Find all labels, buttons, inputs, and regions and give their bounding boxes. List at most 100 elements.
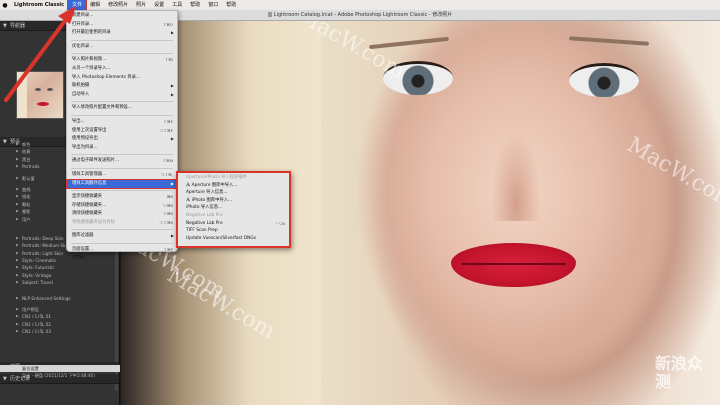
preset-label: 锐化 xyxy=(22,194,31,200)
preset-item[interactable]: ▶ CN1 / Cr5L 03 xyxy=(0,328,120,335)
menu-tools[interactable]: 工具 xyxy=(168,0,186,10)
expand-triangle-icon: ▶ xyxy=(16,265,19,270)
menu-shortcut: ⇧⌘O xyxy=(163,21,173,27)
menu-separator xyxy=(71,167,173,169)
menu-item[interactable]: Negative Lab Pro ^⌥N xyxy=(178,220,289,228)
menu-item-label: 打开最近使用的目录 xyxy=(72,30,111,36)
menu-file[interactable]: 文件 xyxy=(67,0,88,11)
menu-item-label: 导出为目录... xyxy=(72,144,98,150)
preset-item[interactable]: ▶ Subject: Travel xyxy=(0,279,120,286)
preset-label: Portraits: Medium Skin xyxy=(22,243,70,249)
submenu-arrow-icon: ▶ xyxy=(170,136,174,142)
menu-item: Negative Lab Pro xyxy=(178,212,289,220)
menu-item[interactable]: 导出为目录... xyxy=(67,144,177,153)
preset-item[interactable]: ▶ Style: Vintage xyxy=(0,272,120,279)
menu-item[interactable]: 打开目录... ⇧⌘O xyxy=(67,21,177,30)
menu-item[interactable]: TIFF Scan Prep xyxy=(178,227,289,235)
preset-label: CN1 / Cr5L 01 xyxy=(22,314,52,320)
menu-shortcut: ^⌥N xyxy=(274,220,285,226)
menu-help[interactable]: 帮助 xyxy=(222,0,240,10)
menu-item-label: 将快捷收藏夹设为目标 xyxy=(72,219,115,225)
menu-item-label: 使用上次设置导出 xyxy=(72,127,107,133)
menu-item[interactable]: 导入照片和视频... ⇧⌘I xyxy=(67,56,177,65)
apple-icon[interactable]: ● xyxy=(0,2,10,9)
preset-item[interactable]: ▶ 用户预设 xyxy=(0,306,120,313)
expand-triangle-icon: ▶ xyxy=(16,209,19,214)
menu-item[interactable]: 从 iPhoto 图库中导入... xyxy=(178,197,289,205)
menu-item[interactable]: 导入修改照片配置文件和预设... xyxy=(67,104,177,113)
menu-item[interactable]: Aperture 导入信息... xyxy=(178,189,289,197)
menu-separator xyxy=(71,53,173,55)
expand-triangle-icon: ▶ xyxy=(16,194,19,199)
menu-settings[interactable]: 设置 xyxy=(150,0,168,10)
menu-item[interactable]: iPhoto 导入信息... xyxy=(178,204,289,212)
menu-item-label: 图库过滤器 xyxy=(72,233,94,239)
navigator-preview[interactable] xyxy=(16,71,64,119)
preset-label: 颜色 xyxy=(22,142,31,147)
menu-app-name[interactable]: Lightroom Classic xyxy=(10,0,68,10)
menu-shortcut: ⌘B xyxy=(166,194,173,200)
file-menu-dropdown: 新建目录... 打开目录... ⇧⌘O 打开最近使用的目录 ▶ 优化目录... 导入照片和视… xyxy=(66,10,178,261)
menu-item[interactable]: 从 Aperture 图库中导入... xyxy=(178,182,289,190)
preset-item[interactable]: ▶ NLP Enhanced Settings xyxy=(0,295,120,302)
menu-shortcut: ⇧⌘I xyxy=(164,57,173,63)
menu-item-label: Update Vuescan/Silverfast DNGs xyxy=(186,235,256,241)
history-item[interactable]: 导出 - 硬盘 (2021/12/1 下午2:48:46) xyxy=(0,372,120,379)
menu-item-label: TIFF Scan Prep xyxy=(186,228,218,234)
menu-edit[interactable]: 编辑 xyxy=(86,0,104,10)
menu-item: 将快捷收藏夹设为目标 ⌥⇧⌘B xyxy=(67,219,177,228)
menu-item[interactable]: 新建目录... xyxy=(67,12,177,21)
expand-triangle-icon: ▶ xyxy=(16,243,19,248)
menu-item[interactable]: 使用上次设置导出 ⌥⇧⌘E xyxy=(67,127,177,136)
menu-shortcut: ⌥⇧⌘B xyxy=(159,219,173,225)
menu-item[interactable]: 导入 Photoshop Elements 目录... xyxy=(67,74,177,83)
menu-item[interactable]: 清除快捷收藏夹 ⇧⌘B xyxy=(67,210,177,219)
history-item[interactable]: 复位设置 xyxy=(0,365,120,372)
menu-item[interactable]: 优化目录... xyxy=(67,43,177,52)
menu-item[interactable]: 增效工具额外信息 ▶ xyxy=(66,178,178,190)
menu-photo[interactable]: 照片 xyxy=(132,0,150,10)
menu-item-label: 通过电子邮件发送照片... xyxy=(72,158,120,164)
menu-item[interactable]: 图库过滤器 ▶ xyxy=(67,232,177,241)
menu-item-label: 清除快捷收藏夹 xyxy=(72,211,103,217)
menu-item-label: 导出... xyxy=(72,118,85,124)
menu-item[interactable]: 显示快捷收藏夹 ⌘B xyxy=(67,193,177,202)
preset-label: NLP Enhanced Settings xyxy=(22,295,71,301)
preset-item[interactable]: ▶ CN1 / Cr5L 01 xyxy=(0,313,120,320)
menu-item[interactable]: 增效工具管理器... ⌥⇧⌘, xyxy=(67,171,177,180)
menu-item[interactable]: 打印机... ⌘P xyxy=(67,255,177,264)
menu-item-label: 自动导入 xyxy=(72,91,90,97)
menu-item[interactable]: Update Vuescan/Silverfast DNGs xyxy=(178,235,289,243)
preset-label: Style: Futuristic xyxy=(22,265,55,271)
preset-label: 用户预设 xyxy=(22,307,39,313)
menu-shortcut: ⇧⌘P xyxy=(163,247,173,253)
menu-item[interactable]: 从另一个目录导入... xyxy=(67,65,177,74)
menu-shortcut: ⌥⇧⌘, xyxy=(160,171,173,177)
preset-label: CN1 / Cr5L 02 xyxy=(22,321,52,327)
expand-triangle-icon: ▶ xyxy=(16,175,19,180)
menu-window[interactable]: 窗口 xyxy=(204,0,222,10)
menu-item[interactable]: 联机拍摄 ▶ xyxy=(67,82,177,91)
submenu-arrow-icon: ▶ xyxy=(170,30,174,36)
menu-item-label: Aperture 导入信息... xyxy=(186,190,228,196)
menu-item-label: 打开目录... xyxy=(72,21,94,27)
menu-separator xyxy=(71,154,173,156)
menu-view[interactable]: 帮助 xyxy=(186,0,204,10)
submenu-arrow-icon: ▶ xyxy=(170,180,174,186)
preset-item[interactable]: ▶ CN1 / Cr5L 02 xyxy=(0,321,120,328)
menu-item[interactable]: 页面设置... ⇧⌘P xyxy=(67,246,177,255)
menu-item[interactable]: 使用预设导出 ▶ xyxy=(67,135,177,144)
preset-label: 曲线 xyxy=(22,186,31,192)
menu-item[interactable]: 存储快捷收藏夹... ⌥⌘B xyxy=(67,202,177,211)
plugin-extras-submenu: Aperture/iPhoto 导入程序插件从 Aperture 图库中导入..… xyxy=(176,171,291,248)
preset-label: 晕影 xyxy=(22,209,31,215)
menu-develop[interactable]: 修改照片 xyxy=(104,0,132,10)
expand-triangle-icon: ▶ xyxy=(16,142,19,146)
menu-item[interactable]: 自动导入 ▶ xyxy=(67,91,177,100)
menu-item[interactable]: 通过电子邮件发送照片... ⇧⌘M xyxy=(67,157,177,166)
menu-item[interactable]: 导出... ⇧⌘E xyxy=(67,118,177,127)
menu-item[interactable]: 打开最近使用的目录 ▶ xyxy=(67,29,177,38)
collapse-triangle-icon: ▼ xyxy=(3,23,7,29)
preset-item[interactable]: ▶ Style: Futuristic xyxy=(0,264,120,271)
window-title: Lightroom Catalog.lrcat - Adobe Photosho… xyxy=(273,12,453,18)
